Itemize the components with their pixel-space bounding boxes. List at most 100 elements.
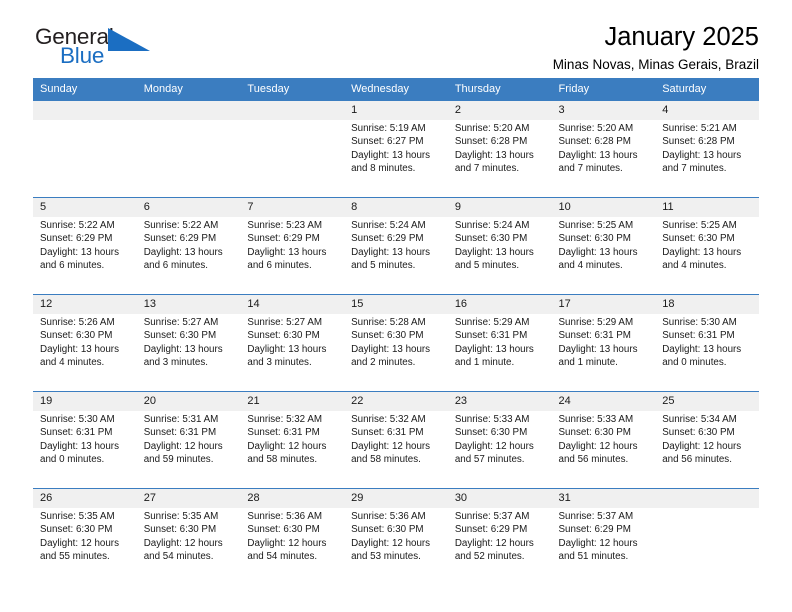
day-cell <box>240 120 345 188</box>
daylight-text-line1: Daylight: 13 hours <box>40 343 119 355</box>
sunrise-text: Sunrise: 5:27 AM <box>247 317 323 328</box>
day-number: 25 <box>655 391 759 411</box>
week-1-daynumbers: 1 2 3 4 <box>33 100 759 120</box>
daylight-text-line2: and 3 minutes. <box>143 356 208 368</box>
sunrise-text: Sunrise: 5:22 AM <box>40 220 115 231</box>
weekday-header-friday: Friday <box>551 78 656 101</box>
daylight-text-line1: Daylight: 13 hours <box>247 343 327 355</box>
day-number: 3 <box>551 100 656 120</box>
weekday-header-thursday: Thursday <box>447 78 552 101</box>
day-number: 27 <box>136 488 241 508</box>
sunset-text: Sunset: 6:29 PM <box>143 233 217 245</box>
daylight-text-line2: and 6 minutes. <box>40 259 105 271</box>
weekday-header-sunday: Sunday <box>33 78 137 101</box>
sunrise-text: Sunrise: 5:28 AM <box>351 317 426 328</box>
day-cell: Sunrise: 5:29 AM Sunset: 6:31 PM Dayligh… <box>551 314 656 382</box>
spacer <box>33 479 759 489</box>
daylight-text-line2: and 4 minutes. <box>662 259 727 271</box>
daylight-text-line2: and 4 minutes. <box>558 259 623 271</box>
day-number: 29 <box>344 488 448 508</box>
sunset-text: Sunset: 6:28 PM <box>558 136 631 148</box>
day-cell: Sunrise: 5:36 AM Sunset: 6:30 PM Dayligh… <box>240 508 345 576</box>
sunset-text: Sunset: 6:30 PM <box>454 233 528 245</box>
sunrise-text: Sunrise: 5:36 AM <box>247 511 323 522</box>
daylight-text-line2: and 5 minutes. <box>454 259 520 271</box>
sunset-text: Sunset: 6:29 PM <box>351 233 424 245</box>
sunrise-text: Sunrise: 5:29 AM <box>558 317 634 328</box>
sunrise-text: Sunrise: 5:29 AM <box>454 317 530 328</box>
day-number: 15 <box>344 294 448 314</box>
daylight-text-line2: and 7 minutes. <box>558 162 623 174</box>
calendar-body: 1 2 3 4 Sunrise: 5:19 AM Sunset: 6:27 PM… <box>33 100 759 576</box>
weekday-header-monday: Monday <box>136 78 241 101</box>
daylight-text-line2: and 3 minutes. <box>247 356 312 368</box>
day-cell: Sunrise: 5:34 AM Sunset: 6:30 PM Dayligh… <box>655 411 759 479</box>
generalblue-logo[interactable]: General Blue <box>35 25 155 72</box>
week-5-details: Sunrise: 5:35 AM Sunset: 6:30 PM Dayligh… <box>33 508 759 576</box>
daylight-text-line2: and 6 minutes. <box>247 259 312 271</box>
daylight-text-line1: Daylight: 13 hours <box>351 246 431 258</box>
daylight-text-line1: Daylight: 13 hours <box>351 343 431 355</box>
daylight-text-line1: Daylight: 13 hours <box>662 343 742 355</box>
daylight-text-line2: and 56 minutes. <box>662 453 732 465</box>
sunset-text: Sunset: 6:31 PM <box>143 427 217 439</box>
daylight-text-line2: and 4 minutes. <box>40 356 105 368</box>
daylight-text-line2: and 53 minutes. <box>351 550 421 562</box>
day-number: 30 <box>447 488 552 508</box>
sunset-text: Sunset: 6:30 PM <box>558 233 631 245</box>
day-cell: Sunrise: 5:32 AM Sunset: 6:31 PM Dayligh… <box>240 411 345 479</box>
sunset-text: Sunset: 6:30 PM <box>143 524 217 536</box>
sunset-text: Sunset: 6:28 PM <box>454 136 528 148</box>
day-number: 18 <box>655 294 759 314</box>
day-cell: Sunrise: 5:37 AM Sunset: 6:29 PM Dayligh… <box>447 508 552 576</box>
sunrise-text: Sunrise: 5:20 AM <box>558 123 634 134</box>
daylight-text-line2: and 1 minute. <box>558 356 618 368</box>
day-cell: Sunrise: 5:20 AM Sunset: 6:28 PM Dayligh… <box>551 120 656 188</box>
sunset-text: Sunset: 6:31 PM <box>662 330 735 342</box>
daylight-text-line1: Daylight: 13 hours <box>143 343 223 355</box>
week-4-details: Sunrise: 5:30 AM Sunset: 6:31 PM Dayligh… <box>33 411 759 479</box>
day-cell: Sunrise: 5:35 AM Sunset: 6:30 PM Dayligh… <box>33 508 137 576</box>
sunrise-text: Sunrise: 5:34 AM <box>662 414 737 425</box>
sunset-text: Sunset: 6:29 PM <box>247 233 320 245</box>
week-2-details: Sunrise: 5:22 AM Sunset: 6:29 PM Dayligh… <box>33 217 759 285</box>
sunrise-text: Sunrise: 5:24 AM <box>351 220 426 231</box>
day-number: 6 <box>136 197 241 217</box>
daylight-text-line1: Daylight: 13 hours <box>662 149 742 161</box>
daylight-text-line1: Daylight: 13 hours <box>143 246 223 258</box>
day-cell: Sunrise: 5:32 AM Sunset: 6:31 PM Dayligh… <box>344 411 448 479</box>
daylight-text-line1: Daylight: 13 hours <box>40 246 119 258</box>
day-number: 5 <box>33 197 137 217</box>
day-cell: Sunrise: 5:23 AM Sunset: 6:29 PM Dayligh… <box>240 217 345 285</box>
daylight-text-line2: and 51 minutes. <box>558 550 629 562</box>
daylight-text-line1: Daylight: 13 hours <box>247 246 327 258</box>
sunrise-text: Sunrise: 5:30 AM <box>662 317 737 328</box>
day-number: 24 <box>551 391 656 411</box>
spacer <box>33 188 759 198</box>
sunrise-text: Sunrise: 5:35 AM <box>143 511 219 522</box>
daylight-text-line2: and 1 minute. <box>454 356 515 368</box>
weekday-header-wednesday: Wednesday <box>344 78 448 101</box>
weekday-header-saturday: Saturday <box>655 78 759 101</box>
sunrise-text: Sunrise: 5:19 AM <box>351 123 426 134</box>
daylight-text-line1: Daylight: 12 hours <box>662 440 742 452</box>
day-cell: Sunrise: 5:24 AM Sunset: 6:29 PM Dayligh… <box>344 217 448 285</box>
sunset-text: Sunset: 6:31 PM <box>40 427 113 439</box>
day-cell: Sunrise: 5:33 AM Sunset: 6:30 PM Dayligh… <box>551 411 656 479</box>
title-block: January 2025 Minas Novas, Minas Gerais, … <box>553 22 759 73</box>
daylight-text-line1: Daylight: 12 hours <box>454 537 534 549</box>
day-cell: Sunrise: 5:22 AM Sunset: 6:29 PM Dayligh… <box>136 217 241 285</box>
day-number: 17 <box>551 294 656 314</box>
sunset-text: Sunset: 6:31 PM <box>351 427 424 439</box>
daylight-text-line1: Daylight: 12 hours <box>143 440 223 452</box>
daylight-text-line1: Daylight: 12 hours <box>247 440 327 452</box>
sunrise-text: Sunrise: 5:30 AM <box>40 414 115 425</box>
day-cell: Sunrise: 5:24 AM Sunset: 6:30 PM Dayligh… <box>447 217 552 285</box>
daylight-text-line2: and 5 minutes. <box>351 259 416 271</box>
sunset-text: Sunset: 6:30 PM <box>143 330 217 342</box>
daylight-text-line1: Daylight: 12 hours <box>143 537 223 549</box>
daylight-text-line2: and 8 minutes. <box>351 162 416 174</box>
sunrise-text: Sunrise: 5:25 AM <box>558 220 634 231</box>
sunset-text: Sunset: 6:30 PM <box>454 427 528 439</box>
daylight-text-line2: and 54 minutes. <box>143 550 214 562</box>
